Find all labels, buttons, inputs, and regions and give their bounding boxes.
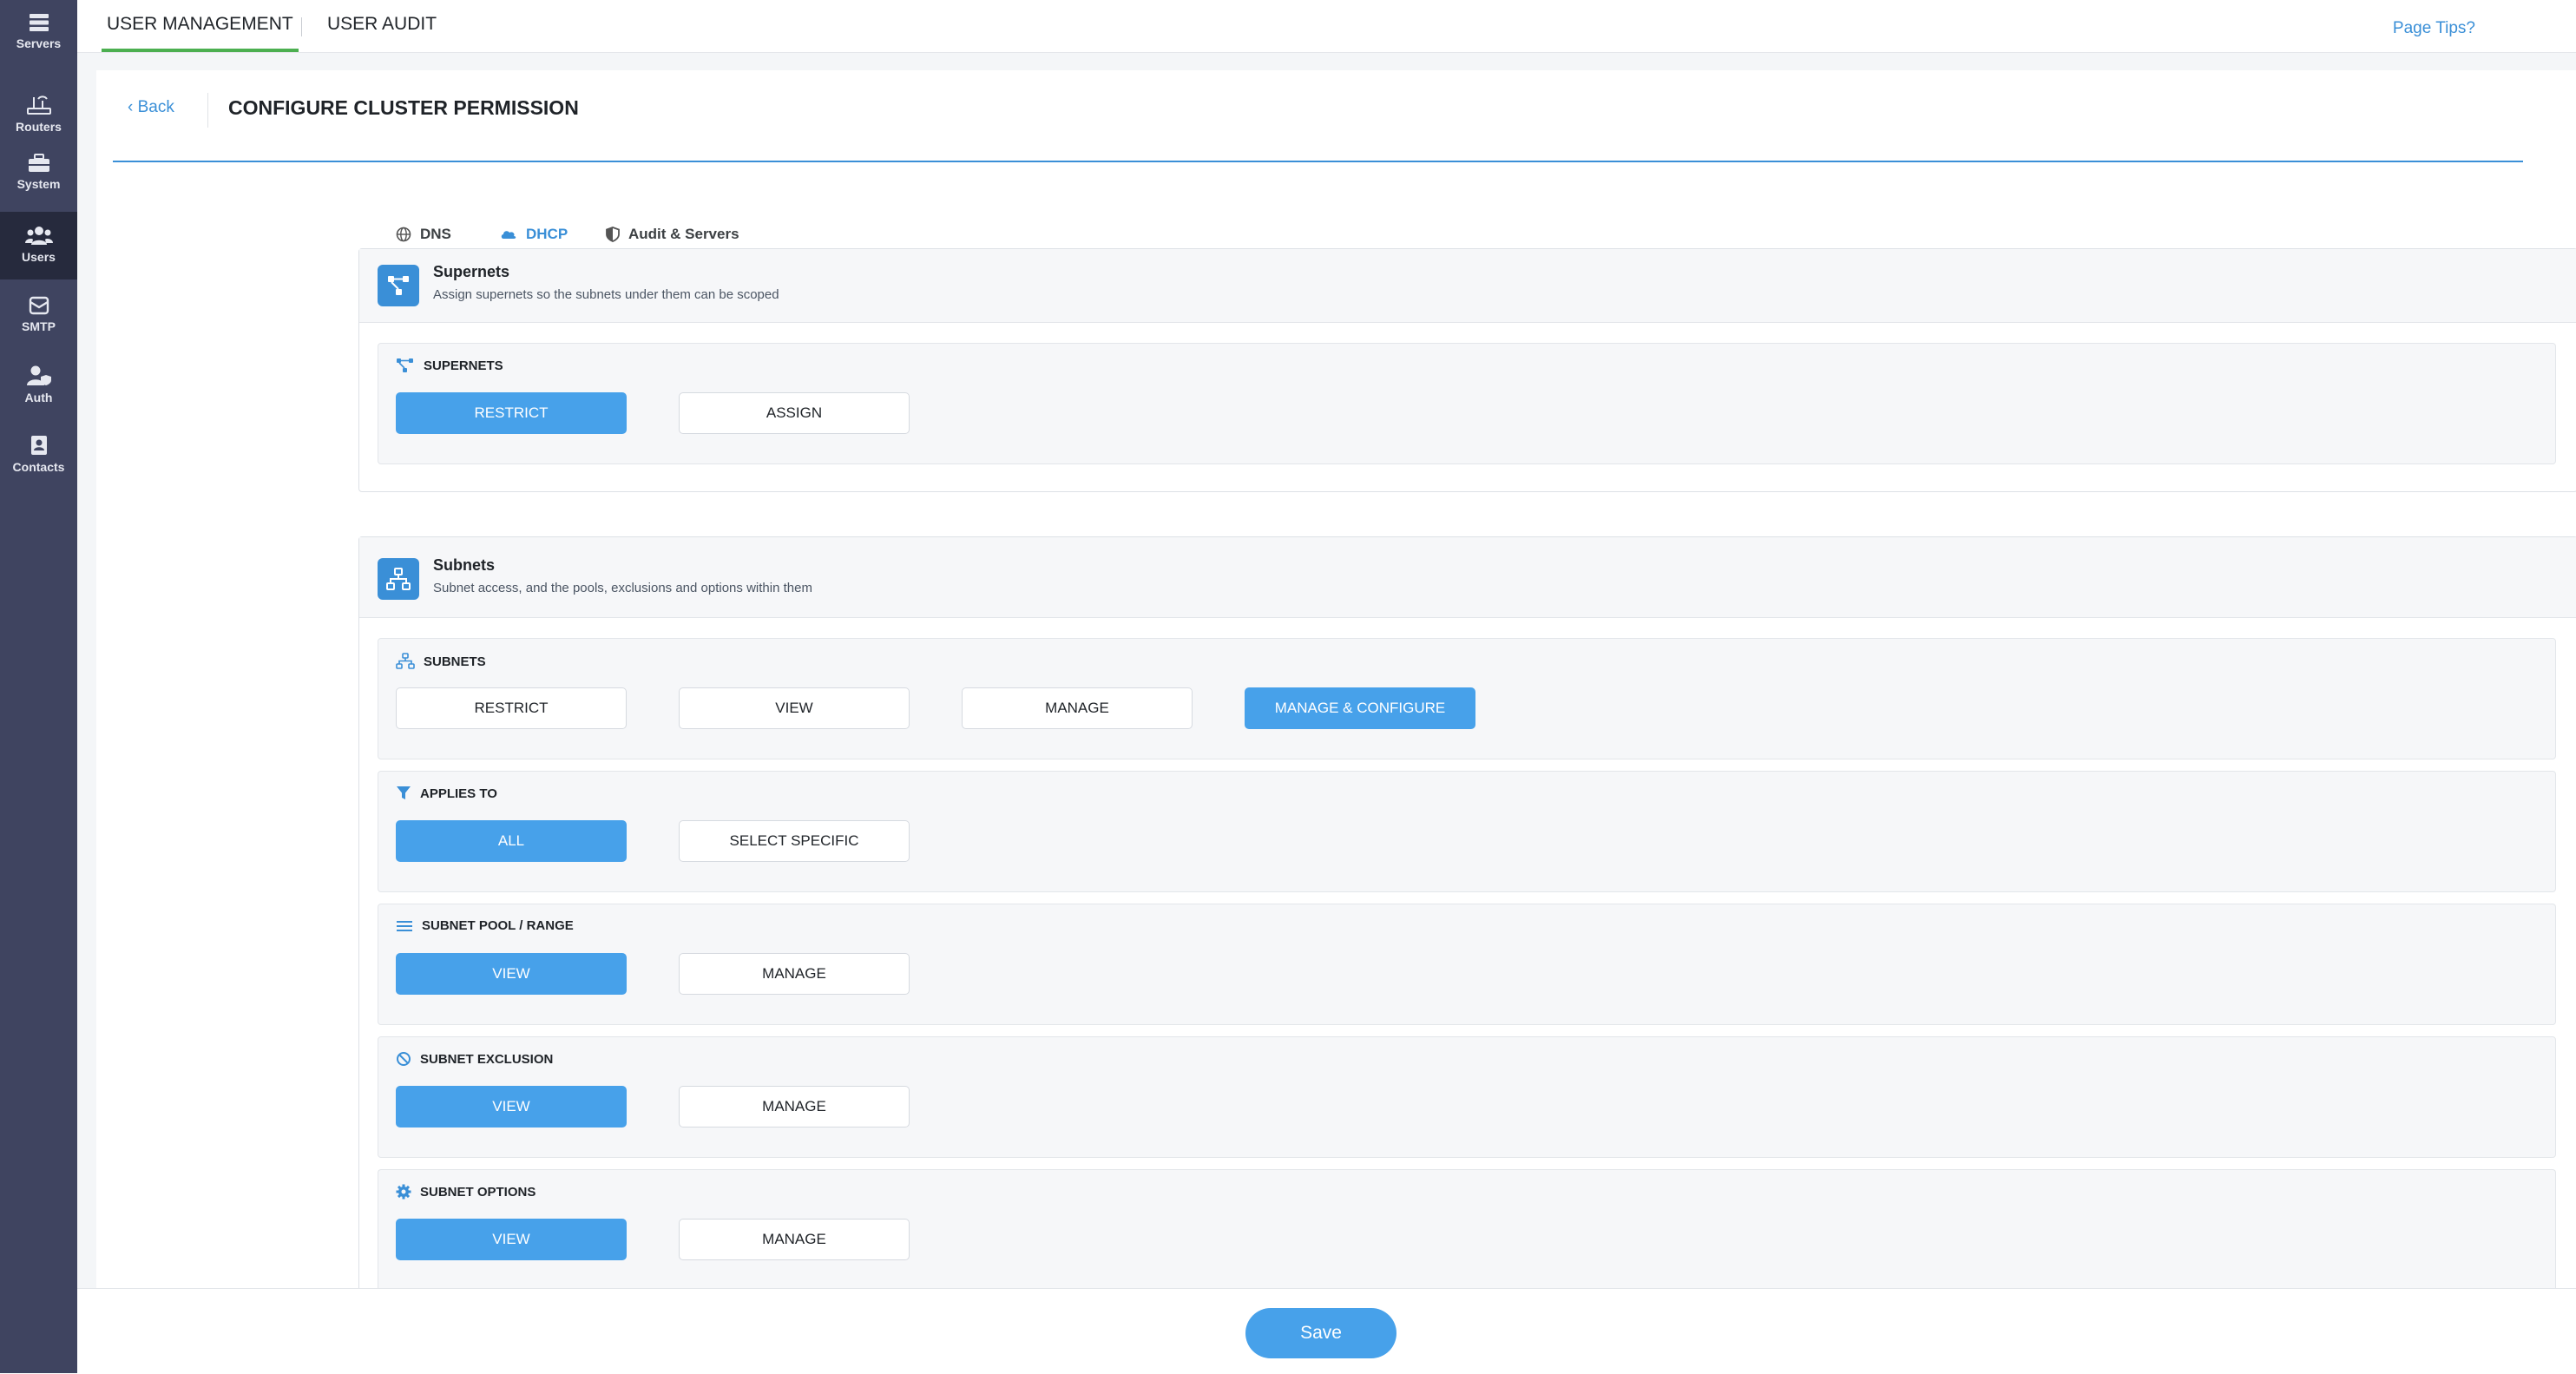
permission-group-applies-to: APPLIES TO ALL SELECT SPECIFIC — [378, 771, 2556, 892]
group-label: SUBNETS — [424, 654, 486, 669]
panel-header: Subnets Subnet access, and the pools, ex… — [359, 537, 2576, 618]
sidebar-item-smtp[interactable]: SMTP — [0, 283, 77, 345]
group-heading: SUBNETS — [396, 653, 486, 670]
group-label: SUBNET POOL / RANGE — [422, 918, 574, 933]
sidebar: Servers Routers System Users SMTP Auth C… — [0, 0, 79, 1373]
users-icon — [24, 227, 53, 245]
panel-description: Subnet access, and the pools, exclusions… — [433, 581, 812, 595]
sidebar-item-label: System — [16, 177, 61, 191]
supernets-panel: Supernets Assign supernets so the subnet… — [358, 248, 2576, 492]
group-label: SUBNET OPTIONS — [420, 1184, 536, 1200]
tab-user-audit[interactable]: USER AUDIT — [327, 14, 437, 35]
back-link[interactable]: ‹ Back — [128, 98, 174, 117]
save-button[interactable]: Save — [1245, 1308, 1396, 1358]
subnet-options-view-button[interactable]: VIEW — [396, 1219, 627, 1260]
chevron-left-icon: ‹ — [128, 98, 134, 116]
subnets-restrict-button[interactable]: RESTRICT — [396, 687, 627, 729]
subnet-exclusion-view-button[interactable]: VIEW — [396, 1086, 627, 1127]
gear-icon — [396, 1184, 411, 1200]
sidebar-item-label: Users — [22, 250, 56, 264]
subnet-exclusion-manage-button[interactable]: MANAGE — [679, 1086, 910, 1127]
subnet-icon — [378, 558, 419, 600]
subnet-icon — [396, 653, 415, 669]
shield-icon — [606, 226, 620, 242]
subnet-pool-manage-button[interactable]: MANAGE — [679, 953, 910, 995]
globe-icon — [396, 227, 411, 241]
top-bar: USER MANAGEMENT USER AUDIT Page Tips? — [77, 0, 2576, 53]
server-icon — [29, 14, 49, 31]
tab-separator — [301, 17, 302, 36]
group-label: SUBNET EXCLUSION — [420, 1051, 554, 1067]
group-heading: SUBNET EXCLUSION — [396, 1051, 553, 1067]
supernets-restrict-button[interactable]: RESTRICT — [396, 392, 627, 434]
tab-user-management[interactable]: USER MANAGEMENT — [102, 14, 299, 52]
supernet-icon — [397, 358, 413, 372]
permission-group-subnet-exclusion: SUBNET EXCLUSION VIEW MANAGE — [378, 1036, 2556, 1158]
cloud-icon — [501, 230, 516, 239]
sidebar-item-label: Auth — [24, 391, 53, 404]
user-shield-icon — [26, 365, 51, 385]
back-label: Back — [137, 98, 174, 116]
router-icon — [26, 95, 51, 115]
ban-icon — [397, 1052, 411, 1066]
subnet-options-manage-button[interactable]: MANAGE — [679, 1219, 910, 1260]
applies-to-all-button[interactable]: ALL — [396, 820, 627, 862]
group-heading: SUBNET OPTIONS — [396, 1184, 536, 1200]
subnets-panel: Subnets Subnet access, and the pools, ex… — [358, 536, 2576, 1318]
toolbox-icon — [28, 154, 49, 172]
supernets-assign-button[interactable]: ASSIGN — [679, 392, 910, 434]
sidebar-item-routers[interactable]: Routers — [0, 82, 77, 144]
content-card: ‹ Back CONFIGURE CLUSTER PERMISSION DNS … — [96, 70, 2576, 1318]
filter-icon — [397, 786, 411, 799]
main-area: ‹ Back CONFIGURE CLUSTER PERMISSION DNS … — [77, 53, 2576, 1373]
sidebar-item-contacts[interactable]: Contacts — [0, 422, 77, 484]
permission-group-subnets: SUBNETS RESTRICT VIEW MANAGE MANAGE & CO… — [378, 638, 2556, 759]
sidebar-item-auth[interactable]: Auth — [0, 352, 77, 415]
group-label: APPLIES TO — [420, 786, 497, 801]
group-heading: SUPERNETS — [396, 358, 503, 373]
tab-label: DNS — [420, 225, 451, 242]
tab-label: Audit & Servers — [628, 225, 739, 242]
mail-icon — [29, 296, 49, 315]
subnets-view-button[interactable]: VIEW — [679, 687, 910, 729]
page-title: CONFIGURE CLUSTER PERMISSION — [228, 96, 579, 119]
group-label: SUPERNETS — [424, 358, 503, 373]
page-tips-link[interactable]: Page Tips? — [2393, 19, 2475, 38]
panel-description: Assign supernets so the subnets under th… — [433, 287, 779, 302]
sidebar-item-users[interactable]: Users — [0, 212, 77, 279]
permission-group-subnet-pool: SUBNET POOL / RANGE VIEW MANAGE — [378, 904, 2556, 1025]
subnet-pool-view-button[interactable]: VIEW — [396, 953, 627, 995]
applies-to-select-specific-button[interactable]: SELECT SPECIFIC — [679, 820, 910, 862]
footer-bar: Save — [77, 1288, 2576, 1374]
supernet-icon — [378, 265, 419, 306]
subnets-manage-configure-button[interactable]: MANAGE & CONFIGURE — [1245, 687, 1475, 729]
group-heading: APPLIES TO — [396, 786, 497, 801]
sidebar-item-label: Contacts — [12, 460, 65, 474]
list-icon — [397, 920, 412, 931]
sidebar-item-label: SMTP — [22, 319, 56, 333]
group-heading: SUBNET POOL / RANGE — [396, 918, 574, 933]
panel-header: Supernets Assign supernets so the subnet… — [359, 249, 2576, 323]
header-divider — [207, 93, 208, 128]
sidebar-item-system[interactable]: System — [0, 141, 77, 203]
sidebar-item-label: Routers — [16, 120, 62, 134]
sidebar-item-label: Servers — [16, 36, 62, 50]
contact-book-icon — [30, 436, 47, 455]
panel-title: Subnets — [433, 556, 496, 574]
title-underline — [113, 161, 2523, 162]
tab-label: DHCP — [526, 225, 568, 242]
sidebar-item-servers[interactable]: Servers — [0, 0, 77, 62]
permission-group-supernets: SUPERNETS RESTRICT ASSIGN — [378, 343, 2556, 464]
panel-title: Supernets — [433, 263, 510, 280]
subnets-manage-button[interactable]: MANAGE — [962, 687, 1193, 729]
